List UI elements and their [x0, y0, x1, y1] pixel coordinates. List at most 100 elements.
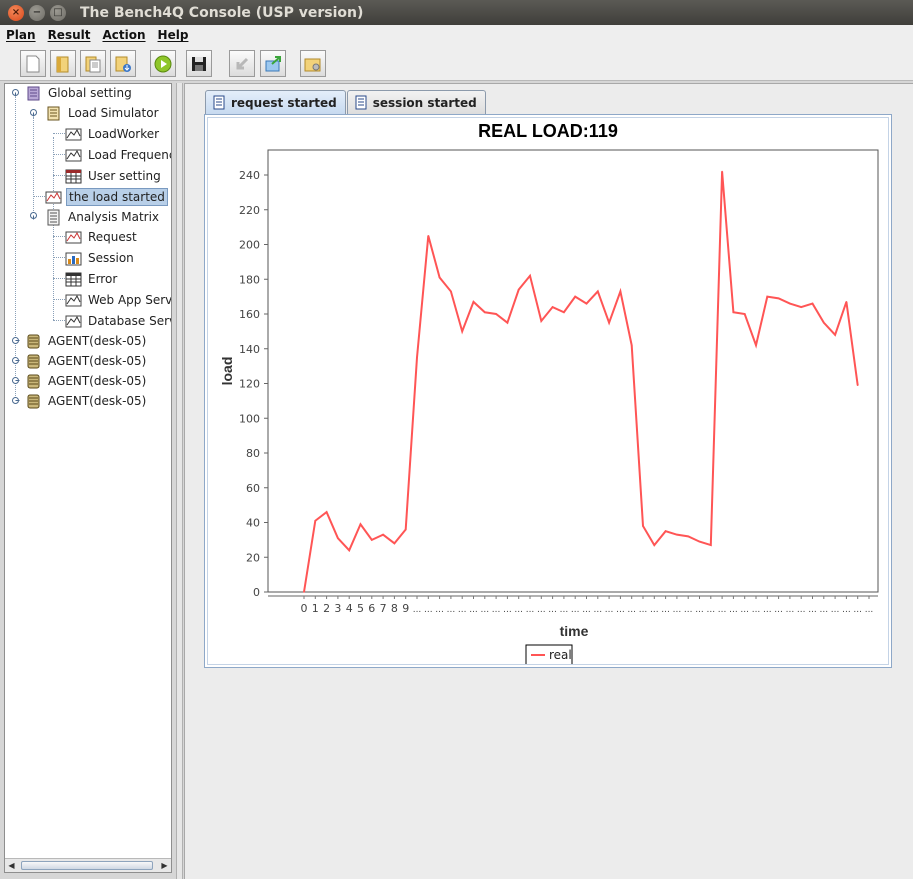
tree-item-label: Session — [88, 251, 134, 265]
data-point — [404, 528, 407, 531]
x-tick-label: ... — [774, 605, 783, 615]
x-tick-label: ... — [627, 605, 636, 615]
tree-line — [53, 257, 65, 258]
table-icon — [65, 169, 82, 183]
tab-request-started[interactable]: request started — [205, 90, 346, 114]
data-point — [416, 356, 418, 359]
data-point — [337, 537, 339, 539]
tree-item-agent[interactable]: AGENT(desk-05) — [25, 391, 148, 411]
expand-handle-icon[interactable] — [29, 211, 38, 220]
load-chart: REAL LOAD:119020406080100120140160180200… — [219, 121, 879, 667]
data-point — [359, 523, 362, 526]
scrollbar-thumb[interactable] — [21, 861, 153, 870]
back-arrow-icon — [236, 57, 249, 69]
data-point — [811, 302, 814, 305]
tree-item-database-server[interactable]: Database Serv — [65, 311, 171, 331]
x-tick-label: ... — [684, 605, 693, 615]
tree-item-web-app-server[interactable]: Web App Serve — [65, 290, 171, 310]
tree-item-agent[interactable]: AGENT(desk-05) — [25, 351, 148, 371]
split-pane-divider[interactable] — [176, 83, 183, 879]
expand-handle-icon[interactable] — [11, 88, 20, 97]
tree-item-load-simulator[interactable]: Load Simulator — [45, 103, 161, 123]
menu-result[interactable]: Result — [48, 28, 91, 42]
tree-item-session[interactable]: Session — [65, 248, 136, 268]
data-point — [608, 321, 610, 324]
y-axis-label: load — [219, 357, 235, 386]
x-tick-label: ... — [695, 605, 704, 615]
x-tick-label: ... — [560, 605, 569, 615]
collapse-handle-icon[interactable] — [11, 396, 20, 405]
tree-item-error[interactable]: Error — [65, 269, 119, 289]
export-button[interactable] — [260, 50, 286, 77]
tree-item-load-frequency[interactable]: Load Frequenc — [65, 145, 172, 165]
tree-item-label: Load Simulator — [68, 106, 159, 120]
data-point — [371, 539, 373, 541]
settings-button[interactable] — [300, 50, 326, 77]
data-point — [856, 384, 859, 387]
x-axis-label: time — [560, 623, 589, 639]
tree-line — [53, 320, 65, 321]
data-point — [472, 301, 475, 303]
y-tick-label: 240 — [239, 169, 260, 182]
data-point — [348, 549, 350, 552]
tree-item-analysis-matrix[interactable]: Analysis Matrix — [45, 207, 161, 227]
data-point — [710, 544, 712, 546]
menu-action[interactable]: Action — [102, 28, 145, 42]
y-tick-label: 60 — [246, 482, 260, 495]
minimize-button[interactable]: − — [29, 4, 45, 21]
y-tick-label: 20 — [246, 551, 260, 564]
tree-item-request[interactable]: Request — [65, 227, 139, 247]
tree-item-load-started[interactable]: the load started — [45, 187, 168, 207]
save-button[interactable] — [186, 50, 212, 77]
data-point — [563, 311, 565, 314]
chart-panel: REAL LOAD:119 0 20 40 60 80 100 120 140 160 180 200… — [204, 114, 892, 668]
x-tick-label: ... — [435, 605, 444, 615]
scroll-right-icon[interactable]: ▶ — [158, 859, 171, 872]
x-tick-label: 5 — [357, 602, 364, 615]
x-tick-label: ... — [650, 605, 659, 615]
tree-item-label: User setting — [88, 169, 161, 183]
new-button[interactable] — [20, 50, 46, 77]
copy-button[interactable] — [80, 50, 106, 77]
data-point — [325, 511, 328, 513]
tree-item-global-setting[interactable]: Global setting — [25, 84, 134, 103]
tree-item-label: AGENT(desk-05) — [48, 374, 147, 388]
data-point — [597, 290, 599, 293]
data-point — [845, 301, 848, 303]
save-icon — [192, 56, 206, 71]
tree-line — [53, 224, 54, 320]
collapse-handle-icon[interactable] — [11, 376, 20, 385]
data-point — [551, 306, 554, 308]
expand-handle-icon[interactable] — [29, 108, 38, 117]
y-tick-label: 180 — [239, 273, 260, 286]
run-button[interactable] — [150, 50, 176, 77]
scroll-left-icon[interactable]: ◀ — [5, 859, 18, 872]
tree-item-label: Load Frequenc — [88, 148, 172, 162]
menu-help[interactable]: Help — [158, 28, 189, 42]
tree-item-user-setting[interactable]: User setting — [65, 166, 163, 186]
y-tick-label: 0 — [253, 586, 260, 599]
collapse-handle-icon[interactable] — [11, 336, 20, 345]
import-button[interactable] — [110, 50, 136, 77]
tree-item-agent[interactable]: AGENT(desk-05) — [25, 371, 148, 391]
x-tick-label: ... — [853, 605, 862, 615]
content-panel: request started session started REAL LOA… — [184, 83, 913, 879]
maximize-button[interactable]: □ — [50, 4, 66, 21]
tab-label: session started — [372, 95, 477, 110]
menu-plan[interactable]: Plan — [6, 28, 36, 42]
collapse-handle-icon[interactable] — [11, 356, 20, 365]
open-button[interactable] — [50, 50, 76, 77]
back-button[interactable] — [229, 50, 255, 77]
tree-item-load-worker[interactable]: LoadWorker — [65, 124, 161, 144]
horizontal-scrollbar[interactable]: ◀ ▶ — [5, 858, 171, 872]
close-button[interactable]: × — [8, 4, 24, 21]
x-tick-label: ... — [729, 605, 738, 615]
data-point — [438, 276, 441, 279]
x-tick-label: ... — [661, 605, 670, 615]
tree-line — [33, 117, 34, 217]
tree-item-agent[interactable]: AGENT(desk-05) — [25, 331, 148, 351]
x-tick-label: ... — [820, 605, 829, 615]
tab-session-started[interactable]: session started — [346, 90, 486, 114]
x-tick-label: 6 — [368, 602, 375, 615]
data-point — [393, 542, 396, 545]
